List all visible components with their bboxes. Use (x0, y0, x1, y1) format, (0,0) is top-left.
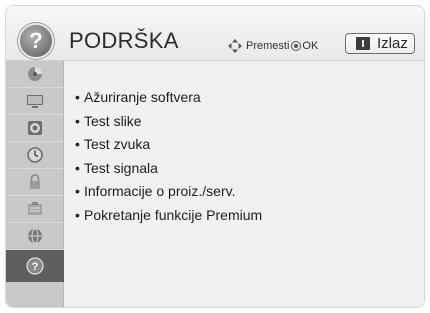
menu-item-label: Informacije o proiz./serv. (84, 183, 236, 199)
sidebar-item-support[interactable]: ? (6, 250, 64, 282)
options-icon (28, 202, 42, 215)
menu-item-premium[interactable]: • Pokretanje funkcije Premium (75, 207, 262, 231)
sidebar-item-options[interactable] (6, 196, 64, 223)
lock-icon (30, 174, 40, 189)
move-hint-label: Premesti (246, 40, 290, 52)
header-bar: ? PODRŠKA Premesti OK Izlaz (6, 6, 424, 61)
support-options-list: • Ažuriranje softvera • Test slike • Test z… (75, 89, 262, 230)
menu-item-signal-test[interactable]: • Test signala (75, 160, 262, 184)
sidebar-item-time[interactable] (6, 142, 64, 169)
menu-item-label: Pokretanje funkcije Premium (84, 206, 263, 223)
menu-item-label: Test zvuka (84, 136, 151, 152)
menu-item-software-update[interactable]: • Ažuriranje softvera (75, 89, 262, 113)
network-globe-icon (28, 228, 42, 244)
menu-item-label: Test slike (84, 112, 142, 129)
monitor-icon (27, 95, 43, 108)
page-title: PODRŠKA (69, 28, 179, 53)
category-sidebar: ? (6, 61, 64, 307)
menu-item-label: Ažuriranje softvera (84, 89, 201, 105)
speaker-icon (28, 121, 42, 135)
sidebar-item-picture-wizard[interactable] (6, 61, 64, 88)
menu-item-picture-test[interactable]: • Test slike (75, 113, 262, 137)
sidebar-item-picture[interactable] (6, 88, 64, 115)
exit-button-label: Izlaz (377, 35, 408, 52)
picture-wizard-icon (28, 67, 42, 81)
help-badge-icon: ? (18, 23, 54, 59)
main-panel: • Ažuriranje softvera • Test slike • Test z… (65, 61, 424, 307)
ok-button-icon (291, 41, 302, 51)
svg-text:?: ? (32, 261, 39, 273)
support-menu-screen: ? PODRŠKA Premesti OK Izlaz ? • Ažuriran… (5, 5, 425, 308)
menu-item-product-info[interactable]: • Informacije o proiz./serv. (75, 183, 262, 207)
ok-hint-label: OK (302, 40, 319, 52)
clock-icon (27, 147, 43, 163)
help-icon: ? (26, 257, 44, 275)
menu-item-label: Test signala (84, 159, 158, 176)
sidebar-item-network[interactable] (6, 223, 64, 250)
exit-button[interactable]: Izlaz (345, 33, 415, 54)
navigation-hint: Premesti OK (227, 38, 318, 54)
sidebar-item-audio[interactable] (6, 115, 64, 142)
exit-icon (356, 37, 370, 50)
menu-item-sound-test[interactable]: • Test zvuka (75, 136, 262, 160)
four-way-arrows-icon (228, 39, 242, 53)
sidebar-item-lock[interactable] (6, 169, 64, 196)
